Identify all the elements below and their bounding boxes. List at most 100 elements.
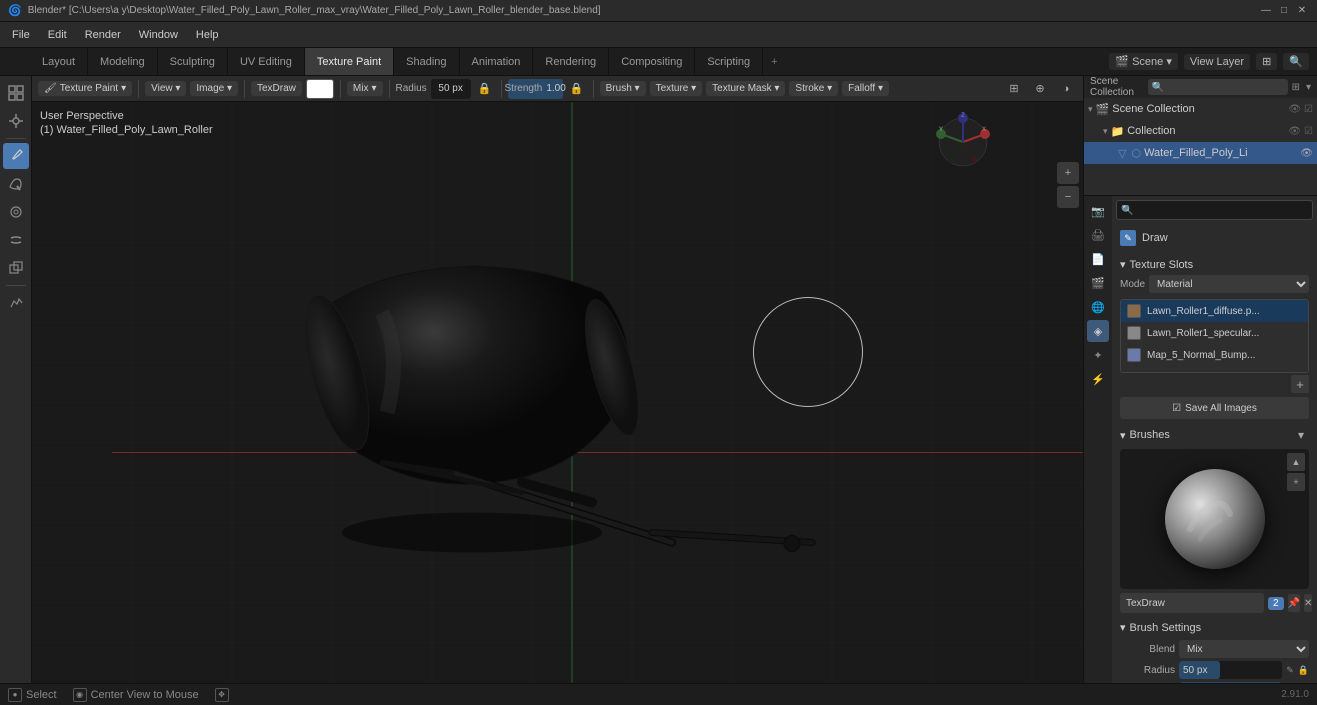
props-view-layer-icon[interactable]: 📄 [1087,248,1109,270]
tab-texture-paint[interactable]: Texture Paint [305,48,394,75]
gizmo-icon[interactable]: ⊕ [1029,78,1051,100]
zoom-out-button[interactable]: − [1057,186,1079,208]
props-output-icon[interactable]: 🖨 [1087,224,1109,246]
viewport-content[interactable]: User Perspective (1) Water_Filled_Poly_L… [32,102,1083,683]
radius-lock-icon-2[interactable]: 🔒 [1298,665,1309,676]
soften-icon[interactable] [3,199,29,225]
scene-collection-check[interactable]: ☑ [1304,104,1313,115]
texture-slots-title[interactable]: ▾ Texture Slots [1116,254,1313,273]
topbar-search[interactable]: 🔍 [1283,53,1309,70]
minimize-button[interactable]: — [1259,4,1273,18]
tab-scripting[interactable]: Scripting [695,48,763,75]
image-menu[interactable]: Image ▾ [190,81,238,96]
collection-check[interactable]: ☑ [1304,126,1313,137]
outliner-object-water-filled[interactable]: ▽ ⬡ Water_Filled_Poly_Li 👁 [1084,142,1317,164]
brush-preview-scroll-up[interactable]: ▲ [1287,453,1305,471]
view-layer-selector[interactable]: View Layer [1184,54,1250,70]
viewport-3d[interactable]: 🖌 Texture Paint ▾ View ▾ Image ▾ TexDraw… [32,76,1083,683]
brush-pin-icon[interactable]: 📌 [1288,594,1300,612]
tab-sculpting[interactable]: Sculpting [158,48,228,75]
annotation-icon[interactable] [3,290,29,316]
navigation-gizmo[interactable]: X Y Z [933,112,993,172]
strength-field[interactable]: Strength 1.00 [508,79,563,99]
radius-pen-icon[interactable]: ✎ [1286,665,1294,676]
status-center-view: ◉ Center View to Mouse [73,688,199,702]
texture-menu[interactable]: Texture ▾ [650,81,703,96]
texture-name-specular: Lawn_Roller1_specular... [1147,328,1302,339]
brush-name-input[interactable] [1120,593,1264,613]
tab-rendering[interactable]: Rendering [533,48,609,75]
brush-close-icon[interactable]: ✕ [1304,594,1312,612]
blend-mode-btn[interactable]: Mix ▾ [347,81,383,96]
brush-name-btn[interactable]: TexDraw [251,81,302,96]
blend-select[interactable]: Mix Multiply Add [1179,640,1309,658]
brush-preview-area[interactable]: ▲ + [1120,449,1309,589]
props-material-icon[interactable]: ◈ [1087,320,1109,342]
collection-vis[interactable]: 👁 [1288,126,1301,137]
add-texture-slot-button[interactable]: + [1291,375,1309,393]
outliner-filter-icon[interactable]: ⊞ [1292,82,1300,93]
outliner-scene-collection[interactable]: ▾ 🎬 Scene Collection 👁 ☑ [1084,98,1317,120]
brush-color-swatch[interactable] [306,79,334,99]
menu-window[interactable]: Window [131,27,186,43]
viewport-shading-icon[interactable]: ◑ [1055,78,1077,100]
texture-mode-select[interactable]: Material Single Image [1149,275,1309,293]
fill-brush-icon[interactable] [3,171,29,197]
menu-file[interactable]: File [4,27,38,43]
texture-item-diffuse[interactable]: Lawn_Roller1_diffuse.p... [1121,300,1308,322]
overlay-icon[interactable]: ⊞ [1003,78,1025,100]
zoom-in-button[interactable]: + [1057,162,1079,184]
strength-settings-row: Strength 1.000 ✎ 🔒 [1120,682,1309,683]
transform-icon [3,108,29,134]
texture-mask-menu[interactable]: Texture Mask ▾ [706,81,785,96]
props-scene-icon[interactable]: 🎬 [1087,272,1109,294]
draw-brush-icon[interactable] [3,143,29,169]
brushes-label: Brushes [1130,429,1170,441]
tab-uv-editing[interactable]: UV Editing [228,48,305,75]
scene-selector[interactable]: 🎬 Scene ▾ [1109,53,1178,70]
clone-icon[interactable] [3,255,29,281]
props-world-icon[interactable]: 🌐 [1087,296,1109,318]
render-engine-btn[interactable]: ⊞ [1256,53,1277,70]
brush-preview-add[interactable]: + [1287,473,1305,491]
props-particles-icon[interactable]: ✦ [1087,344,1109,366]
strength-slider[interactable]: 1.000 [1179,682,1282,683]
tab-animation[interactable]: Animation [460,48,534,75]
add-workspace-button[interactable]: + [763,48,785,75]
view-menu[interactable]: View ▾ [145,81,186,96]
falloff-menu[interactable]: Falloff ▾ [842,81,889,96]
maximize-button[interactable]: □ [1277,4,1291,18]
brushes-title[interactable]: ▾ Brushes ▾ [1116,423,1313,445]
brushes-collapse-btn[interactable]: ▾ [1293,427,1309,443]
stroke-menu[interactable]: Stroke ▾ [789,81,838,96]
outliner-options-icon[interactable]: ▾ [1306,82,1311,93]
object-vis[interactable]: 👁 [1300,148,1313,159]
smear-icon[interactable] [3,227,29,253]
svg-text:Z: Z [961,113,965,119]
save-all-images-button[interactable]: ☑ Save All Images [1120,397,1309,419]
mode-selector[interactable]: 🖌 Texture Paint ▾ [38,81,132,96]
scene-collection-vis[interactable]: 👁 [1288,104,1301,115]
radius-lock-icon[interactable]: 🔒 [475,79,495,99]
props-render-icon[interactable]: 📷 [1087,200,1109,222]
tab-modeling[interactable]: Modeling [88,48,158,75]
strength-lock-icon[interactable]: 🔒 [567,79,587,99]
v-sep-3 [501,80,502,98]
radius-slider[interactable]: 50 px [1179,661,1282,679]
texture-item-specular[interactable]: Lawn_Roller1_specular... [1121,322,1308,344]
menu-edit[interactable]: Edit [40,27,75,43]
tab-layout[interactable]: Layout [30,48,88,75]
brush-settings-title[interactable]: ▾ Brush Settings [1116,617,1313,636]
close-button[interactable]: ✕ [1295,4,1309,18]
tab-compositing[interactable]: Compositing [609,48,695,75]
tab-shading[interactable]: Shading [394,48,459,75]
menu-render[interactable]: Render [77,27,129,43]
outliner-collection[interactable]: ▾ 📁 Collection 👁 ☑ [1084,120,1317,142]
props-physics-icon[interactable]: ⚡ [1087,368,1109,390]
menu-help[interactable]: Help [188,27,227,43]
brush-menu[interactable]: Brush ▾ [600,81,646,96]
radius-field[interactable]: 50 px [431,79,471,99]
props-search-input[interactable] [1116,200,1313,220]
outliner-search-input[interactable] [1148,79,1288,95]
texture-item-normal[interactable]: Map_5_Normal_Bump... [1121,344,1308,366]
